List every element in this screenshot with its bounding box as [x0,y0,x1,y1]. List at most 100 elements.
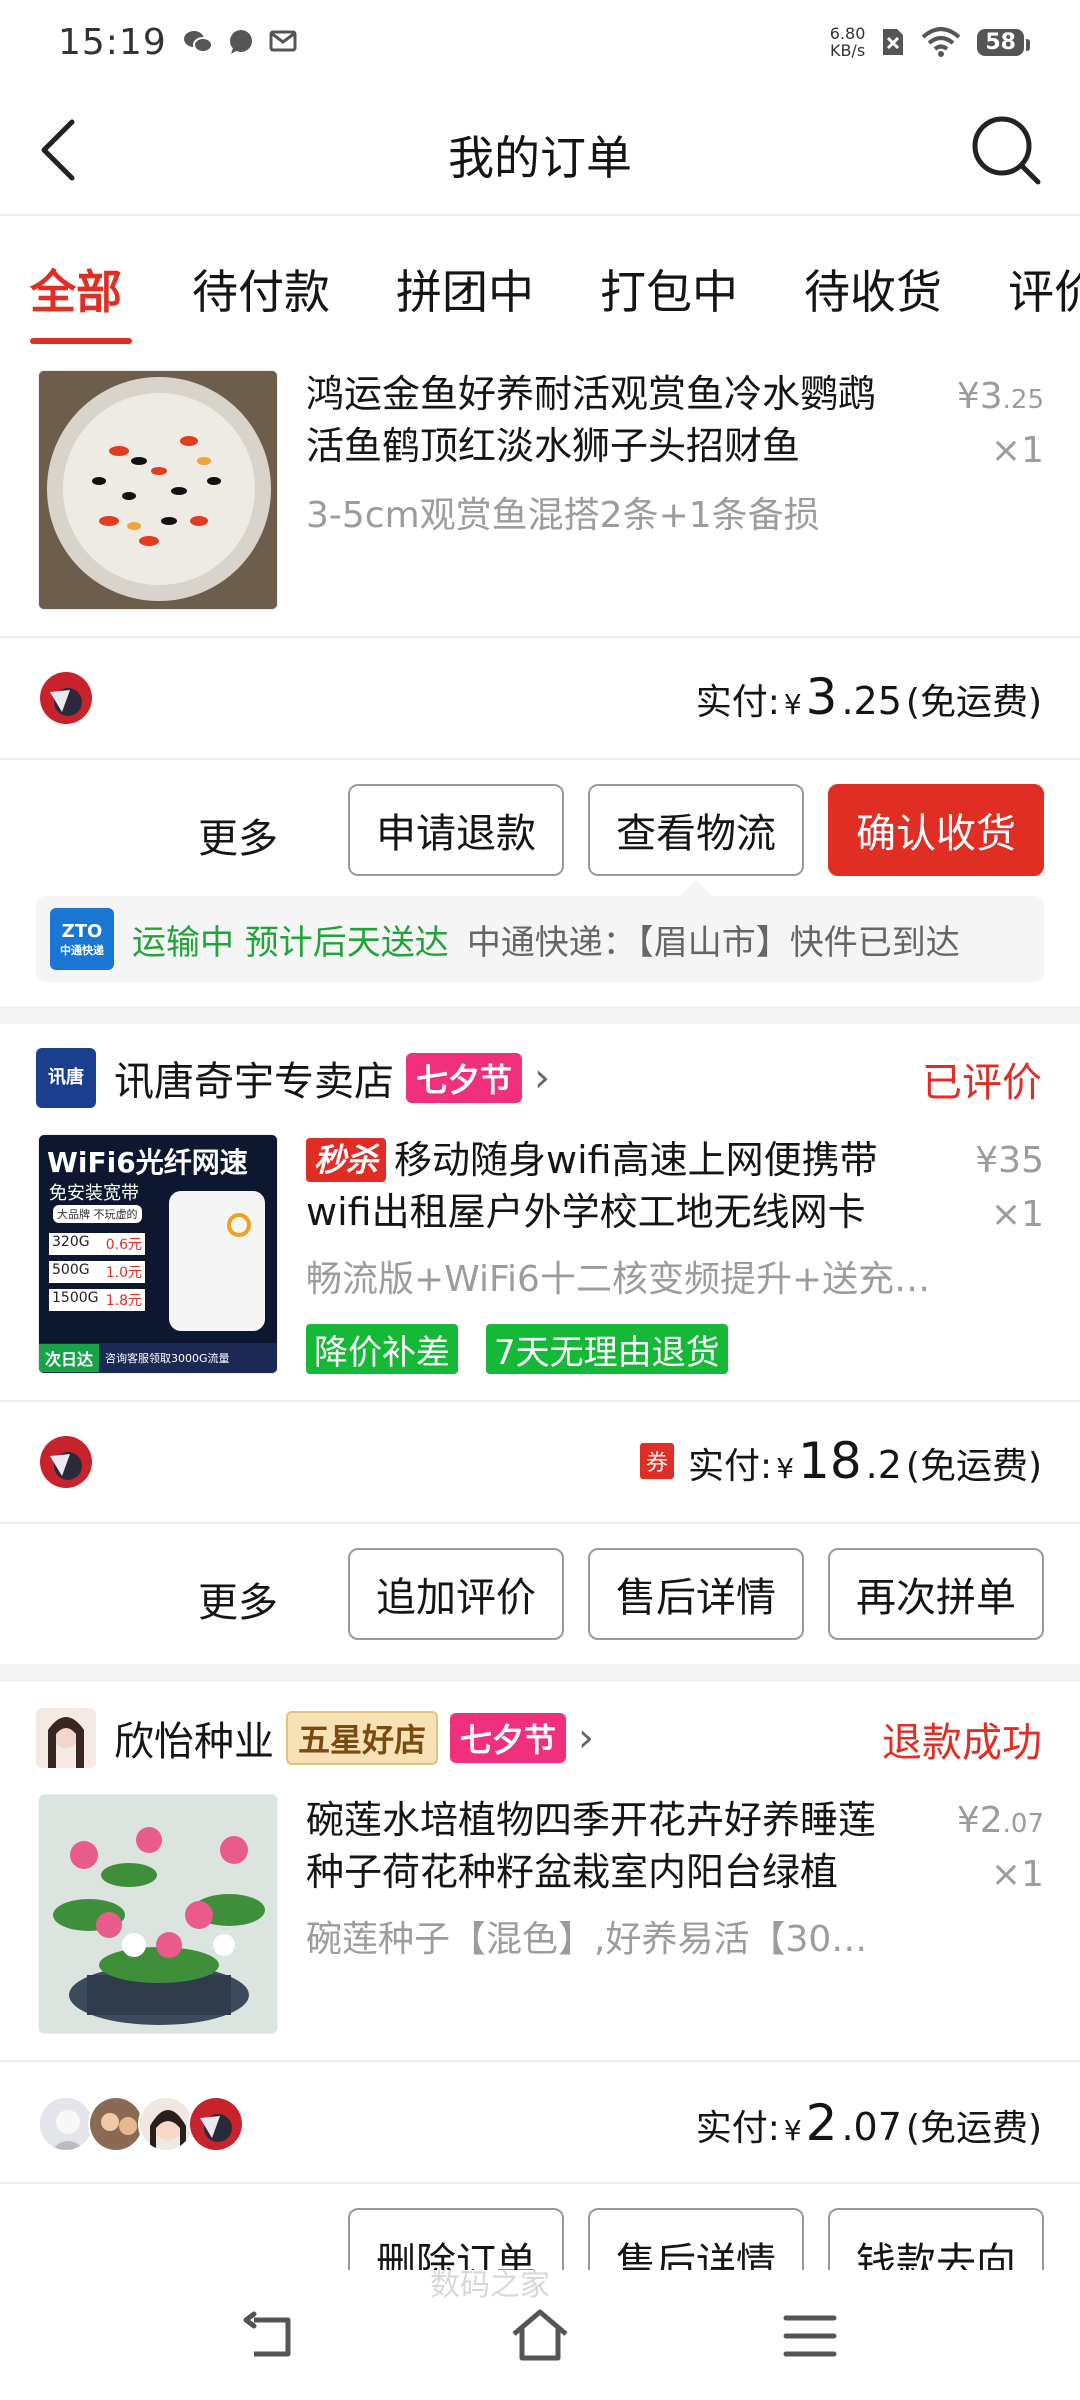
search-icon[interactable] [968,112,1044,188]
divider [0,636,1080,638]
chevron-right-icon: › [578,1715,595,1761]
confirm-receipt-button[interactable]: 确认收货 [828,784,1044,876]
paid-amount: 实付: ¥2.07 (免运费) [696,2094,1042,2152]
chevron-right-icon: › [534,1055,551,1101]
tab-pending-receipt[interactable]: 待收货 [804,256,942,322]
menu-nav-icon[interactable] [780,2310,840,2362]
divider [0,2182,1080,2184]
wifi-device [169,1191,265,1331]
shop-header[interactable]: 欣怡种业 五星好店 七夕节 › [36,1706,594,1770]
divider [0,758,1080,760]
product-title[interactable]: 鸿运金鱼好养耐活观赏鱼冷水鹦鹉活鱼鹤顶红淡水狮子头招财鱼 [306,368,906,472]
shop-header[interactable]: 讯唐 讯唐奇宇专卖店 七夕节 › [36,1046,550,1110]
currency-symbol: ¥ [783,2114,802,2147]
product-image-wifi[interactable]: WiFi6光纤网速 免安装宽带 大品牌 不玩虚的 320G 0.6元 500G 1.… [38,1134,278,1374]
tab-all[interactable]: 全部 [30,256,122,322]
status-time: 15:19 [58,21,167,63]
mail-icon [269,30,297,52]
message-icon [229,30,252,54]
order-separator [0,1006,1080,1024]
logistics-status: 运输中 预计后天送达 [132,922,449,963]
battery-indicator: 58 [977,28,1030,56]
paid-integer: 18 [798,1432,862,1490]
return-policy-tag: 7天无理由退货 [486,1324,728,1374]
shop-logo [36,1708,96,1768]
home-nav-icon[interactable] [508,2306,572,2366]
wifi-icon [922,27,961,57]
order-separator [0,1664,1080,1682]
product-spec: 3-5cm观赏鱼混搭2条+1条备损 [306,495,820,536]
add-review-button[interactable]: 追加评价 [348,1548,564,1640]
product-title[interactable]: 秒杀 移动随身wifi高速上网便携带wifi出租屋户外学校工地无线网卡 [306,1134,906,1238]
nav-bar: 我的订单 [0,84,1080,216]
view-logistics-button[interactable]: 查看物流 [588,784,804,876]
back-nav-icon[interactable] [240,2310,300,2366]
status-bar: 15:19 6.80 KB/s 58 [0,0,1080,84]
avatar [188,2096,244,2152]
shop-name: 讯唐奇宇专卖店 [114,1059,394,1105]
tab-reviews[interactable]: 评价 [1008,256,1080,322]
avatar [88,2096,144,2152]
tab-group-buying[interactable]: 拼团中 [396,256,534,322]
thumb-footer: 次日达 咨询客服领取3000G流量 [39,1343,277,1373]
divider [0,1522,1080,1524]
more-button[interactable]: 更多 [198,1570,278,1628]
festival-badge: 七夕节 [450,1713,567,1763]
logistics-pointer [680,880,712,896]
reorder-button[interactable]: 再次拼单 [828,1548,1044,1640]
paid-label: 实付: [695,682,780,723]
currency-symbol: ¥ [776,1452,795,1485]
festival-badge: 七夕节 [406,1053,523,1103]
paid-amount: 实付: ¥3.25 (免运费) [696,668,1042,726]
thumb-sub: 免安装宽带 [49,1183,139,1204]
product-price: ¥35 [975,1140,1044,1181]
product-spec: 畅流版+WiFi6十二核变频提升+送充电线 [306,1259,946,1300]
paid-label: 实付: [695,2108,780,2149]
page-title: 我的订单 [448,131,632,185]
paid-decimal: .25 [841,679,902,723]
paid-integer: 2 [805,2094,838,2152]
more-button[interactable]: 更多 [198,806,278,864]
paid-label: 实付: [688,1446,773,1487]
avatar [138,2096,194,2152]
flash-sale-tag: 秒杀 [306,1138,387,1182]
five-star-shop-badge: 五星好店 [286,1711,439,1765]
net-speed: 6.80 KB/s [829,24,866,60]
order-status: 退款成功 [882,1720,1042,1766]
avatar [38,2096,94,2152]
order-status: 已评价 [922,1060,1042,1106]
watermark: 数码之家 [430,2268,550,2303]
wechat-icon [183,31,213,53]
paid-decimal: .07 [841,2105,902,2149]
coupon-badge: 券 [640,1443,675,1479]
product-spec: 碗莲种子【混色】,好养易活【30粒】 [306,1919,886,1960]
product-price: ¥2.07 [956,1800,1044,1841]
zto-logo: ZTO 中通快递 [50,908,114,970]
shipping-note: (免运费) [905,682,1042,723]
thumb-headline: WiFi6光纤网速 [47,1146,248,1179]
logistics-detail: 中通快递：【眉山市】快件已到达 [466,922,960,963]
product-image-goldfish[interactable] [38,370,278,610]
product-title[interactable]: 碗莲水培植物四季开花卉好养睡莲种子荷花种籽盆栽室内阳台绿植 [306,1794,906,1898]
avatar [38,670,94,726]
tab-pending-payment[interactable]: 待付款 [192,256,330,322]
avatar [38,1434,94,1490]
thumb-brand-note: 大品牌 不玩虚的 [53,1205,142,1223]
divider [0,1400,1080,1402]
shop-logo: 讯唐 [36,1048,96,1108]
paid-integer: 3 [805,668,838,726]
product-quantity: ×1 [990,430,1044,471]
tab-packing[interactable]: 打包中 [600,256,738,322]
currency-symbol: ¥ [783,688,802,721]
shipping-note: (免运费) [905,1446,1042,1487]
after-sales-details-button[interactable]: 售后详情 [588,1548,804,1640]
request-refund-button[interactable]: 申请退款 [348,784,564,876]
product-image-lotus[interactable] [38,1794,278,2034]
paid-amount: 券 实付: ¥18.2 (免运费) [640,1432,1042,1490]
divider [0,2060,1080,2062]
logistics-banner[interactable]: ZTO 中通快递 运输中 预计后天送达 中通快递：【眉山市】快件已到达 [36,896,1044,982]
tab-active-indicator [30,338,132,344]
shipping-note: (免运费) [905,2108,1042,2149]
product-quantity: ×1 [990,1194,1044,1235]
price-protection-tag: 降价补差 [306,1324,458,1374]
